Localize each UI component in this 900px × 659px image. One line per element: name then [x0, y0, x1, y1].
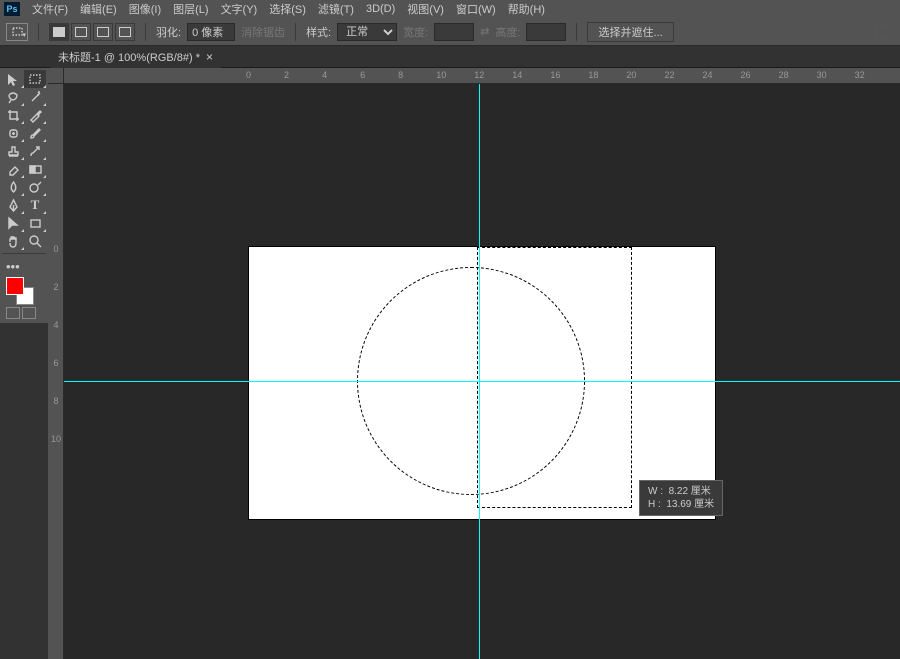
document-tab[interactable]: 未标题-1 @ 100%(RGB/8#) * × — [50, 46, 221, 68]
menu-window[interactable]: 窗口(W) — [450, 0, 502, 19]
guide-horizontal[interactable] — [64, 381, 900, 382]
selection-add-button[interactable] — [71, 23, 91, 41]
brush-tool[interactable] — [24, 124, 46, 142]
selection-intersect-button[interactable] — [115, 23, 135, 41]
lasso-tool[interactable] — [2, 88, 24, 106]
path-selection-tool[interactable] — [2, 214, 24, 232]
blur-tool[interactable] — [2, 178, 24, 196]
active-selection-rect — [477, 247, 632, 508]
width-label: 宽度: — [403, 24, 428, 40]
eraser-tool[interactable] — [2, 160, 24, 178]
menu-type[interactable]: 文字(Y) — [215, 0, 264, 19]
hand-tool[interactable] — [2, 232, 24, 250]
menu-select[interactable]: 选择(S) — [263, 0, 312, 19]
menubar: Ps 文件(F) 编辑(E) 图像(I) 图层(L) 文字(Y) 选择(S) 滤… — [0, 0, 900, 18]
quickmask-mode-button[interactable] — [22, 307, 36, 319]
selection-readout: W : 8.22 厘米 H : 13.69 厘米 — [639, 480, 723, 516]
separator — [295, 23, 296, 41]
canvas-area[interactable]: W : 8.22 厘米 H : 13.69 厘米 — [64, 84, 900, 659]
feather-input[interactable] — [187, 23, 235, 41]
selection-subtract-button[interactable] — [93, 23, 113, 41]
menu-3d[interactable]: 3D(D) — [360, 1, 401, 17]
eyedropper-tool[interactable] — [24, 106, 46, 124]
quickmask-group — [2, 305, 46, 321]
foreground-color[interactable] — [6, 277, 24, 295]
chevron-down-icon: ▾ — [22, 31, 26, 39]
menu-image[interactable]: 图像(I) — [123, 0, 167, 19]
antialias-label: 消除锯齿 — [241, 24, 285, 40]
standard-mode-button[interactable] — [6, 307, 20, 319]
feather-label: 羽化: — [156, 24, 181, 40]
move-tool[interactable] — [2, 70, 24, 88]
separator — [576, 23, 577, 41]
menu-filter[interactable]: 滤镜(T) — [312, 0, 360, 19]
style-label: 样式: — [306, 24, 331, 40]
pen-tool[interactable] — [2, 196, 24, 214]
healing-brush-tool[interactable] — [2, 124, 24, 142]
separator — [145, 23, 146, 41]
menu-help[interactable]: 帮助(H) — [502, 0, 551, 19]
selection-new-button[interactable] — [49, 23, 69, 41]
ruler-origin[interactable] — [48, 68, 64, 84]
separator — [2, 253, 46, 254]
active-tool-thumb[interactable]: ▾ — [6, 23, 28, 41]
shape-tool[interactable] — [24, 214, 46, 232]
marquee-tool[interactable] — [24, 70, 46, 88]
ruler-vertical[interactable]: 0246810 — [48, 84, 64, 659]
app-icon: Ps — [4, 2, 20, 16]
menu-edit[interactable]: 编辑(E) — [74, 0, 123, 19]
document-tab-title: 未标题-1 @ 100%(RGB/8#) * — [58, 49, 200, 65]
edit-toolbar-button[interactable]: ••• — [2, 257, 24, 275]
color-swatches — [2, 275, 46, 305]
close-icon[interactable]: × — [206, 50, 213, 64]
zoom-tool[interactable] — [24, 232, 46, 250]
width-input — [434, 23, 474, 41]
magic-wand-tool[interactable] — [24, 88, 46, 106]
panel-toggle-button[interactable] — [876, 24, 894, 40]
document-canvas[interactable] — [249, 247, 715, 519]
toolbox: T ••• — [0, 68, 48, 323]
select-and-mask-button[interactable]: 选择并遮住... — [587, 22, 673, 42]
swap-wh-icon: ⇄ — [480, 25, 489, 38]
document-tabbar: 未标题-1 @ 100%(RGB/8#) * × — [0, 46, 900, 68]
style-select[interactable]: 正常 — [337, 23, 397, 41]
height-input — [526, 23, 566, 41]
history-brush-tool[interactable] — [24, 142, 46, 160]
height-label: 高度: — [495, 24, 520, 40]
separator — [38, 23, 39, 41]
type-tool[interactable]: T — [24, 196, 46, 214]
options-bar: ▾ 羽化: 消除锯齿 样式: 正常 宽度: ⇄ 高度: 选择并遮住... — [0, 18, 900, 46]
ruler-horizontal[interactable]: 02468101214161820222426283032 — [64, 68, 900, 84]
crop-tool[interactable] — [2, 106, 24, 124]
menu-view[interactable]: 视图(V) — [401, 0, 450, 19]
menu-file[interactable]: 文件(F) — [26, 0, 74, 19]
stamp-tool[interactable] — [2, 142, 24, 160]
gradient-tool[interactable] — [24, 160, 46, 178]
workspace: 02468101214161820222426283032 0246810 W … — [48, 68, 900, 659]
guide-vertical[interactable] — [479, 84, 480, 659]
selection-mode-group — [49, 23, 135, 41]
menu-layer[interactable]: 图层(L) — [167, 0, 214, 19]
dodge-tool[interactable] — [24, 178, 46, 196]
